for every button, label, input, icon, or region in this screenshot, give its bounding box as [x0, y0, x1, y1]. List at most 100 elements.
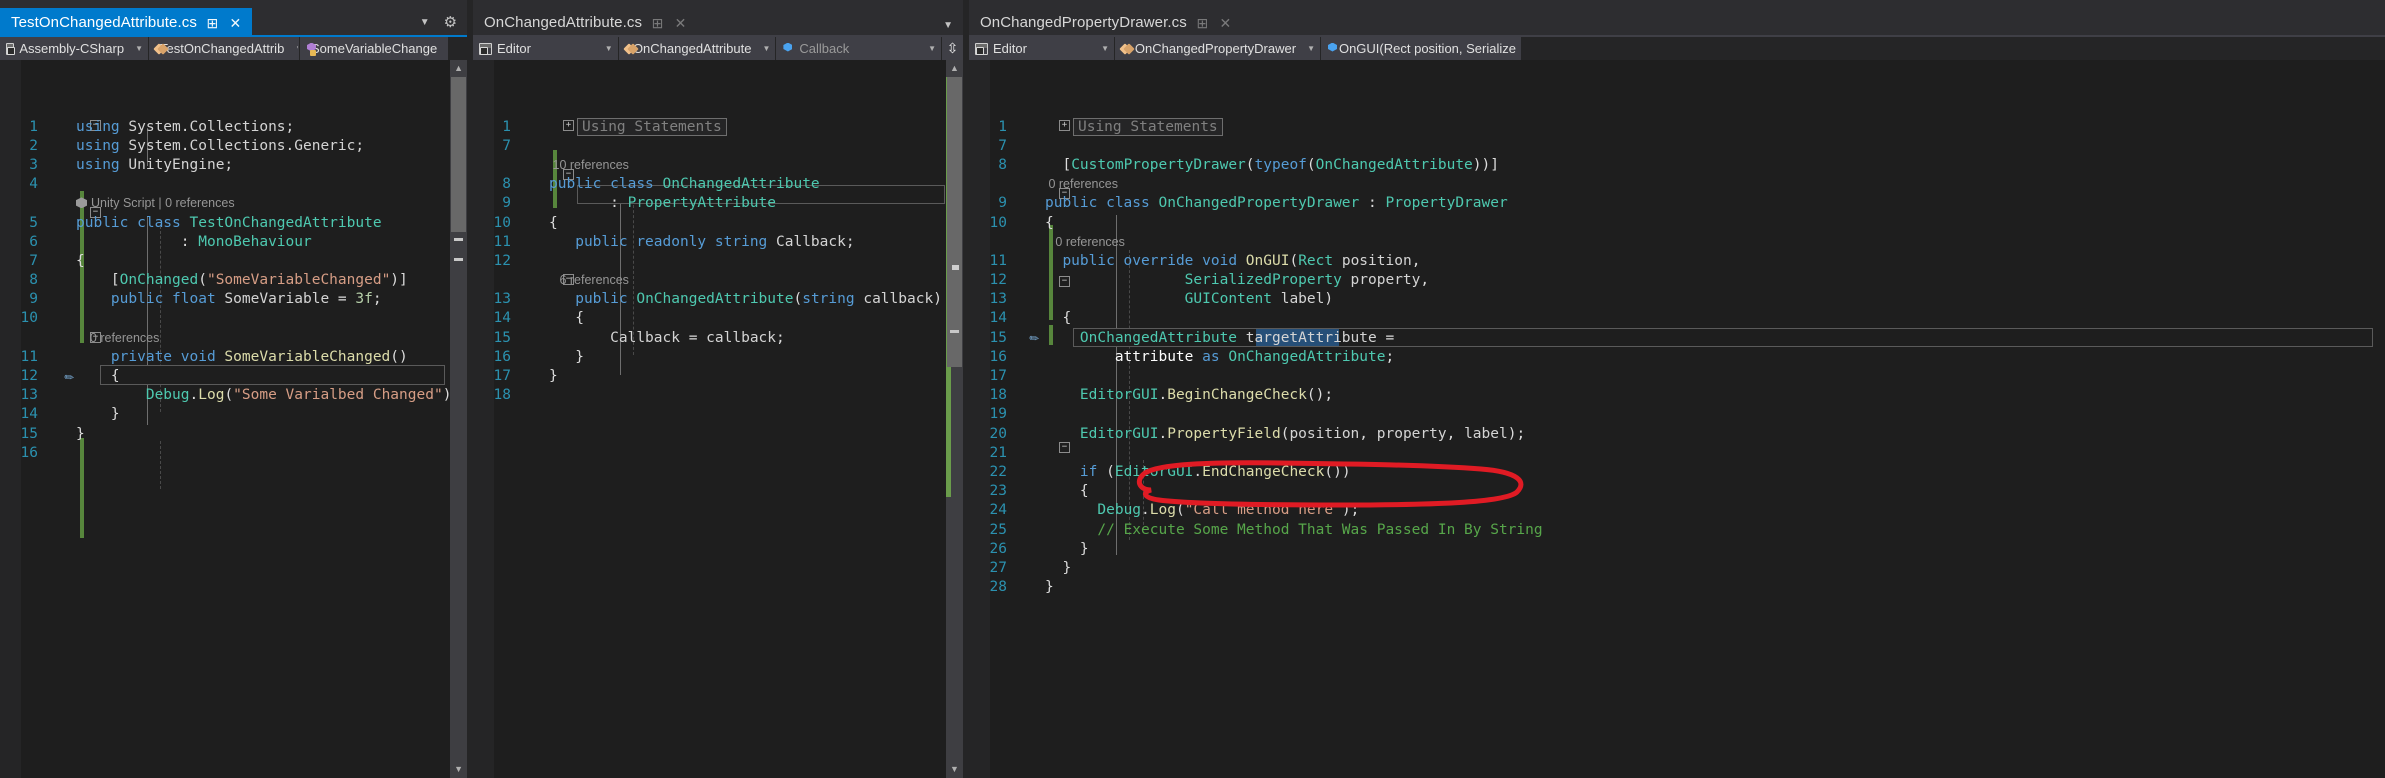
- code-line[interactable]: 26 }: [969, 539, 2385, 558]
- code-line[interactable]: 10{: [473, 213, 946, 232]
- scroll-up-arrow[interactable]: ▲: [450, 60, 467, 77]
- dropdown-class[interactable]: OnChangedAttribute ▼: [618, 37, 776, 60]
- code-line[interactable]: 9 public class OnChangedPropertyDrawer : …: [969, 194, 2385, 213]
- scroll-down-arrow[interactable]: ▼: [450, 761, 467, 778]
- code-line[interactable]: 12 SerializedProperty property,: [969, 271, 2385, 290]
- pin-icon[interactable]: ⊞: [205, 15, 220, 30]
- vertical-scrollbar-left[interactable]: ▲ ▼: [450, 60, 468, 778]
- code-line[interactable]: 25 // Execute Some Method That Was Passe…: [969, 520, 2385, 539]
- code-line[interactable]: 9 : PropertyAttribute: [473, 194, 946, 213]
- code-middle[interactable]: + − − Using Statements 1 7 10 references…: [473, 60, 946, 778]
- code-line[interactable]: 27 }: [969, 558, 2385, 577]
- code-line[interactable]: 13 public OnChangedAttribute(string call…: [473, 290, 946, 309]
- code-line[interactable]: 14 }: [0, 405, 450, 424]
- code-line[interactable]: 2 using System.Collections.Generic;: [0, 136, 450, 155]
- code-line[interactable]: 11 public readonly string Callback;: [473, 232, 946, 251]
- dropdown-project[interactable]: Assembly-CSharp ▼: [0, 37, 148, 60]
- close-icon[interactable]: ✕: [673, 15, 688, 30]
- code-line[interactable]: 8 [CustomPropertyDrawer(typeof(OnChanged…: [969, 155, 2385, 174]
- code-line[interactable]: 19: [969, 405, 2385, 424]
- tab-on-changed-attribute[interactable]: OnChangedAttribute.cs ⊞ ✕: [473, 8, 698, 37]
- code-right[interactable]: + − − − Using Statements ✎ 1 7 8 [Custom…: [968, 60, 2385, 778]
- dropdown-class[interactable]: OnChangedPropertyDrawer ▼: [1114, 37, 1320, 60]
- code-line[interactable]: 11 private void SomeVariableChanged(): [0, 347, 450, 366]
- code-line[interactable]: 8 [OnChanged("SomeVariableChanged")]: [0, 271, 450, 290]
- chevron-down-icon[interactable]: ▼: [943, 20, 953, 31]
- code-line[interactable]: 7: [473, 136, 946, 155]
- code-line[interactable]: 3 using UnityEngine;: [0, 155, 450, 174]
- code-line[interactable]: 1 using System.Collections;: [0, 117, 450, 136]
- gear-icon[interactable]: ⚙: [444, 13, 457, 31]
- editor-middle[interactable]: + − − Using Statements 1 7 10 references…: [473, 60, 964, 778]
- codelens-label[interactable]: 0 references: [90, 331, 159, 345]
- tab-test-on-changed-attribute[interactable]: TestOnChangedAttribute.cs ⊞ ✕: [0, 8, 252, 37]
- code-line[interactable]: 21: [969, 443, 2385, 462]
- close-icon[interactable]: ✕: [228, 15, 243, 30]
- vertical-scrollbar-middle[interactable]: ▲ ▼: [946, 60, 964, 778]
- code-line[interactable]: 15}: [0, 424, 450, 443]
- code-line[interactable]: 20 EditorGUI.PropertyField(position, pro…: [969, 424, 2385, 443]
- scroll-up-arrow[interactable]: ▲: [946, 60, 963, 77]
- code-line[interactable]: 6 : MonoBehaviour: [0, 232, 450, 251]
- codelens-row[interactable]: 6 references: [473, 271, 946, 290]
- codelens-row[interactable]: 0 references: [0, 328, 450, 347]
- codelens-row[interactable]: Unity Script | 0 references: [0, 194, 450, 213]
- scroll-thumb[interactable]: [451, 77, 467, 232]
- code-line[interactable]: 28}: [969, 578, 2385, 597]
- dropdown-project[interactable]: Editor ▼: [968, 37, 1114, 60]
- codelens-row[interactable]: 0 references: [969, 232, 2385, 251]
- scroll-down-arrow[interactable]: ▼: [946, 761, 963, 778]
- code-line[interactable]: 5 public class TestOnChangedAttribute: [0, 213, 450, 232]
- codelens-label[interactable]: 0 references: [1055, 235, 1124, 249]
- dropdown-project[interactable]: Editor ▼: [473, 37, 618, 60]
- code-line[interactable]: 4: [0, 175, 450, 194]
- code-line[interactable]: 16: [0, 443, 450, 462]
- editor-right[interactable]: + − − − Using Statements ✎ 1 7 8 [Custom…: [968, 60, 2385, 778]
- code-line[interactable]: 15 Callback = callback;: [473, 328, 946, 347]
- code-line[interactable]: 7{: [0, 251, 450, 270]
- code-line[interactable]: 17: [969, 366, 2385, 385]
- code-line[interactable]: 18: [473, 386, 946, 405]
- code-line[interactable]: 24 Debug.Log("Call method here");: [969, 501, 2385, 520]
- scroll-thumb[interactable]: [947, 77, 963, 367]
- tab-on-changed-property-drawer[interactable]: OnChangedPropertyDrawer.cs ⊞ ✕: [968, 8, 1242, 37]
- codelens-label[interactable]: 6 references: [559, 273, 628, 287]
- code-line[interactable]: 13 GUIContent label): [969, 290, 2385, 309]
- dropdown-class[interactable]: TestOnChangedAttrib ▼: [149, 37, 299, 60]
- code-line[interactable]: 22 if (EditorGUI.EndChangeCheck()): [969, 462, 2385, 481]
- code-line[interactable]: 8 public class OnChangedAttribute: [473, 175, 946, 194]
- code-left[interactable]: − − − ✎ 1 using System.Collections; 2 usin…: [0, 60, 450, 778]
- code-line[interactable]: 14 {: [969, 309, 2385, 328]
- codelens-row[interactable]: 10 references: [473, 155, 946, 174]
- code-line[interactable]: 15 OnChangedAttribute targetAttribute =: [969, 328, 2385, 347]
- split-view-icon[interactable]: ⇳: [942, 37, 963, 60]
- code-line[interactable]: 18 EditorGUI.BeginChangeCheck();: [969, 386, 2385, 405]
- code-line[interactable]: 23 {: [969, 482, 2385, 501]
- code-line[interactable]: 14 {: [473, 309, 946, 328]
- code-line[interactable]: 13 Debug.Log("Some Varialbed Changed");: [0, 386, 451, 405]
- code-line[interactable]: 16 }: [473, 347, 946, 366]
- codelens-label[interactable]: Unity Script | 0 references: [91, 196, 235, 210]
- pin-icon[interactable]: ⊞: [650, 15, 665, 30]
- close-icon[interactable]: ✕: [1218, 15, 1233, 30]
- code-line[interactable]: 9 public float SomeVariable = 3f;: [0, 290, 450, 309]
- code-line[interactable]: 17}: [473, 366, 946, 385]
- codelens-label[interactable]: 0 references: [1048, 177, 1117, 191]
- codelens-label[interactable]: 10 references: [553, 158, 629, 172]
- code-line[interactable]: 1: [969, 117, 2385, 136]
- code-line[interactable]: 16 attribute as OnChangedAttribute;: [969, 347, 2385, 366]
- code-line[interactable]: 1: [473, 117, 946, 136]
- code-line[interactable]: 10{: [969, 213, 2385, 232]
- chevron-down-icon[interactable]: ▼: [420, 17, 430, 28]
- code-line[interactable]: 10: [0, 309, 450, 328]
- selected-token[interactable]: attribute: [1115, 349, 1194, 365]
- pin-icon[interactable]: ⊞: [1195, 15, 1210, 30]
- code-line[interactable]: 7: [969, 136, 2385, 155]
- code-line[interactable]: 12: [473, 251, 946, 270]
- codelens-row[interactable]: 0 references: [969, 175, 2385, 194]
- code-line[interactable]: 11 public override void OnGUI(Rect posit…: [969, 251, 2385, 270]
- dropdown-member[interactable]: SomeVariableChange ▼: [300, 37, 448, 60]
- code-line[interactable]: 12 {: [0, 366, 450, 385]
- editor-left[interactable]: − − − ✎ 1 using System.Collections; 2 usin…: [0, 60, 468, 778]
- dropdown-member[interactable]: Callback ▼: [776, 37, 942, 60]
